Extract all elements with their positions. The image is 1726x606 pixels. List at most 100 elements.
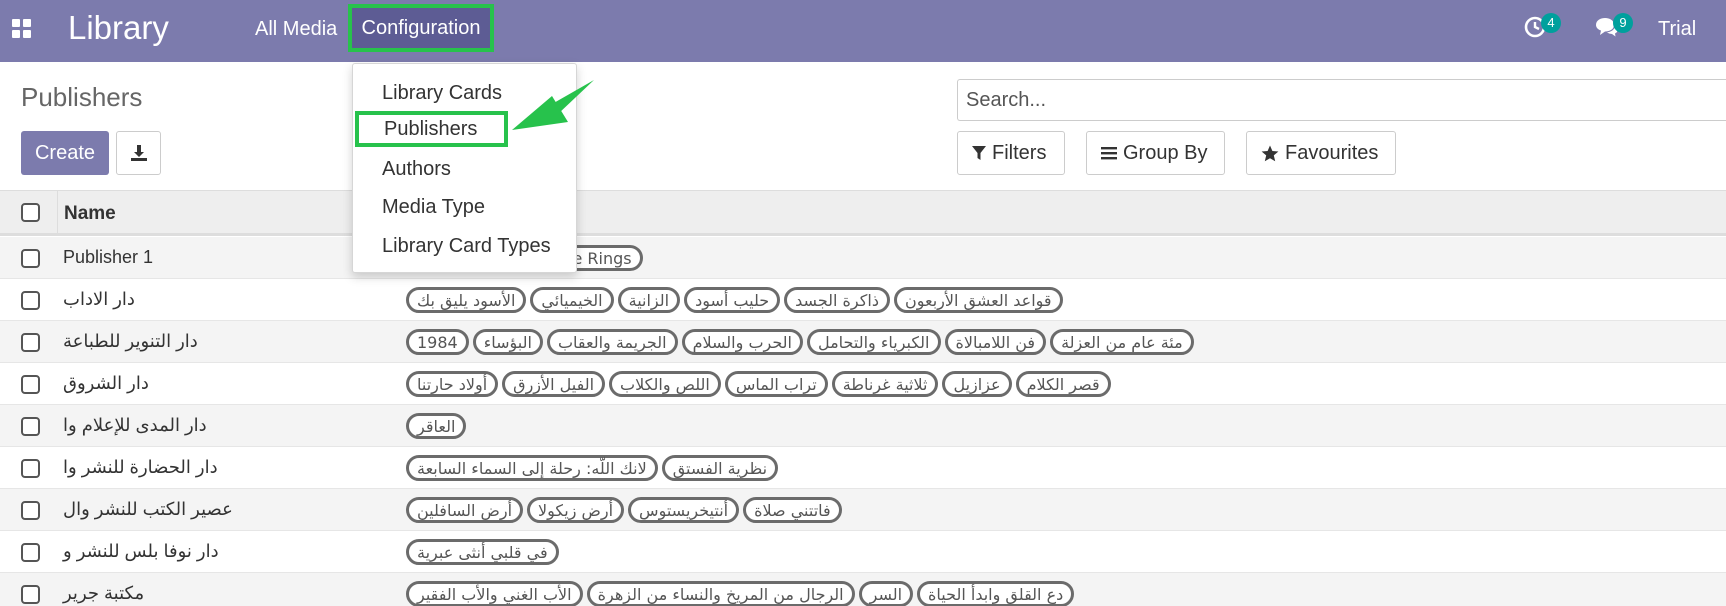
book-tags: في قلبي أنثى عبرية [406,539,559,565]
list-body: Publisher 1l of the Rings دار الاداب قواعد… [0,237,1726,606]
row-checkbox[interactable] [21,585,40,604]
table-row[interactable]: عصير الكتب للنشر وال فاتتني صلاة أنتيخريست… [0,489,1726,531]
book-tag: الفيل الأزرق [502,371,606,397]
row-checkbox[interactable] [21,459,40,478]
book-tags: فاتتني صلاة أنتيخريستوس أرض زيكولا أرض السا… [406,497,842,523]
dropdown-item-publishers[interactable]: Publishers [355,111,508,147]
download-icon [130,145,147,161]
group-by-button[interactable]: Group By [1086,131,1225,175]
book-tag: الخيميائي [530,287,614,313]
book-tag: أرض زيكولا [527,497,625,523]
book-tags: العاقر [406,413,467,439]
book-tag: قواعد العشق الأربعون [893,287,1063,313]
publisher-name: دار الاداب [63,289,135,309]
publisher-name: دار نوفا بلس للنشر و [63,541,219,561]
book-tag: الحرب والسلام [681,329,803,355]
book-tag: الأب الغني والأب الفقير [406,581,583,606]
header-divider [57,191,58,235]
row-checkbox[interactable] [21,249,40,268]
book-tag: الجريمة والعقاب [546,329,678,355]
book-tag: أرض السافلين [406,497,524,523]
search-input[interactable]: Search... [957,79,1726,121]
book-tag: اللص والكلاب [609,371,721,397]
filters-label: Filters [992,141,1047,164]
top-navbar: Library All Media Configuration 4 9 Tria… [0,0,1726,62]
publisher-name: عصير الكتب للنشر وال [63,499,233,519]
book-tag: تراب الماس [724,371,828,397]
book-tag: فن اللامبالاة [944,329,1047,355]
list-header: Name [0,190,1726,236]
menu-all-media[interactable]: All Media [255,18,337,41]
download-button[interactable] [116,131,161,175]
book-tag: أولاد حارتنا [406,371,499,397]
book-tag: في قلبي أنثى عبرية [406,539,559,565]
page-title: Publishers [21,82,143,112]
annotation-arrow-icon [512,80,594,130]
book-tags: قواعد العشق الأربعون ذاكرة الجسد حليب أسود… [406,287,1063,313]
book-tag: فاتتني صلاة [743,497,842,523]
dropdown-item-media-type[interactable]: Media Type [382,196,485,219]
table-row[interactable]: دار المدى للإعلام وا العاقر [0,405,1726,447]
filter-funnel-icon [972,145,986,161]
book-tag: أنتيخريستوس [628,497,740,523]
activity-count-badge: 4 [1541,13,1561,33]
select-all-checkbox[interactable] [21,203,40,222]
book-tag: قصر الكلام [1015,371,1111,397]
book-tag: حليب أسود [684,287,781,313]
filters-button[interactable]: Filters [957,131,1065,175]
book-tag: نظرية الفستق [661,455,779,481]
book-tag: الكبرياء والتحامل [806,329,941,355]
table-row[interactable]: دار التنوير للطباعة مئة عام من العزلة فن ا… [0,321,1726,363]
search-placeholder: Search... [966,88,1047,111]
star-icon [1261,145,1279,162]
publisher-name: دار الحضارة للنشر وا [63,457,218,477]
message-count-badge: 9 [1613,13,1633,33]
publisher-name: مكتبة جرير [63,583,145,603]
book-tag: الأسود يليق بك [406,287,527,313]
dropdown-item-authors[interactable]: Authors [382,158,451,181]
row-checkbox[interactable] [21,543,40,562]
apps-menu-icon[interactable] [12,19,32,39]
book-tag: 1984 [406,329,469,355]
publisher-name: دار الشروق [63,373,149,393]
book-tag: لانك اللّه: رحلة إلى السماء السابعة [406,455,658,481]
dropdown-item-library-cards[interactable]: Library Cards [382,82,502,105]
book-tags: مئة عام من العزلة فن اللامبالاة الكبرياء و… [406,329,1194,355]
column-header-name[interactable]: Name [64,203,116,225]
row-checkbox[interactable] [21,291,40,310]
table-row[interactable]: دار الشروق قصر الكلام عزازيل ثلاثية غرناطة ت… [0,363,1726,405]
row-checkbox[interactable] [21,375,40,394]
favourites-label: Favourites [1285,141,1379,164]
table-row[interactable]: Publisher 1l of the Rings [0,237,1726,279]
book-tag: البؤساء [472,329,543,355]
book-tag: الزانية [617,287,681,313]
row-checkbox[interactable] [21,501,40,520]
book-tags: قصر الكلام عزازيل ثلاثية غرناطة تراب الماس ا… [406,371,1111,397]
table-row[interactable]: دار نوفا بلس للنشر و في قلبي أنثى عبرية [0,531,1726,573]
book-tag: الرجال من المريخ والنساء من الزهرة [586,581,855,606]
create-button[interactable]: Create [21,131,109,175]
app-brand[interactable]: Library [68,9,169,47]
user-menu[interactable]: Trial [1658,18,1696,41]
table-row[interactable]: مكتبة جرير دع القلق وابدأ الحياة السر الرجا… [0,573,1726,606]
menu-configuration[interactable]: Configuration [348,4,494,52]
table-row[interactable]: دار الاداب قواعد العشق الأربعون ذاكرة الجس… [0,279,1726,321]
book-tag: العاقر [406,413,467,439]
bars-icon [1101,146,1117,160]
book-tag: مئة عام من العزلة [1050,329,1194,355]
book-tag: دع القلق وابدأ الحياة [917,581,1075,606]
row-checkbox[interactable] [21,417,40,436]
book-tag: ثلاثية غرناطة [831,371,939,397]
publisher-name: دار المدى للإعلام وا [63,415,207,435]
book-tags: نظرية الفستق لانك اللّه: رحلة إلى السماء … [406,455,779,481]
publisher-name: دار التنوير للطباعة [63,331,198,351]
group-by-label: Group By [1123,141,1208,164]
book-tag: عزازيل [942,371,1012,397]
book-tag: السر [858,581,914,606]
table-row[interactable]: دار الحضارة للنشر وا نظرية الفستق لانك الل… [0,447,1726,489]
book-tags: دع القلق وابدأ الحياة السر الرجال من المري… [406,581,1075,606]
publisher-name: Publisher 1 [63,247,154,267]
row-checkbox[interactable] [21,333,40,352]
favourites-button[interactable]: Favourites [1246,131,1396,175]
dropdown-item-library-card-types[interactable]: Library Card Types [382,235,551,258]
